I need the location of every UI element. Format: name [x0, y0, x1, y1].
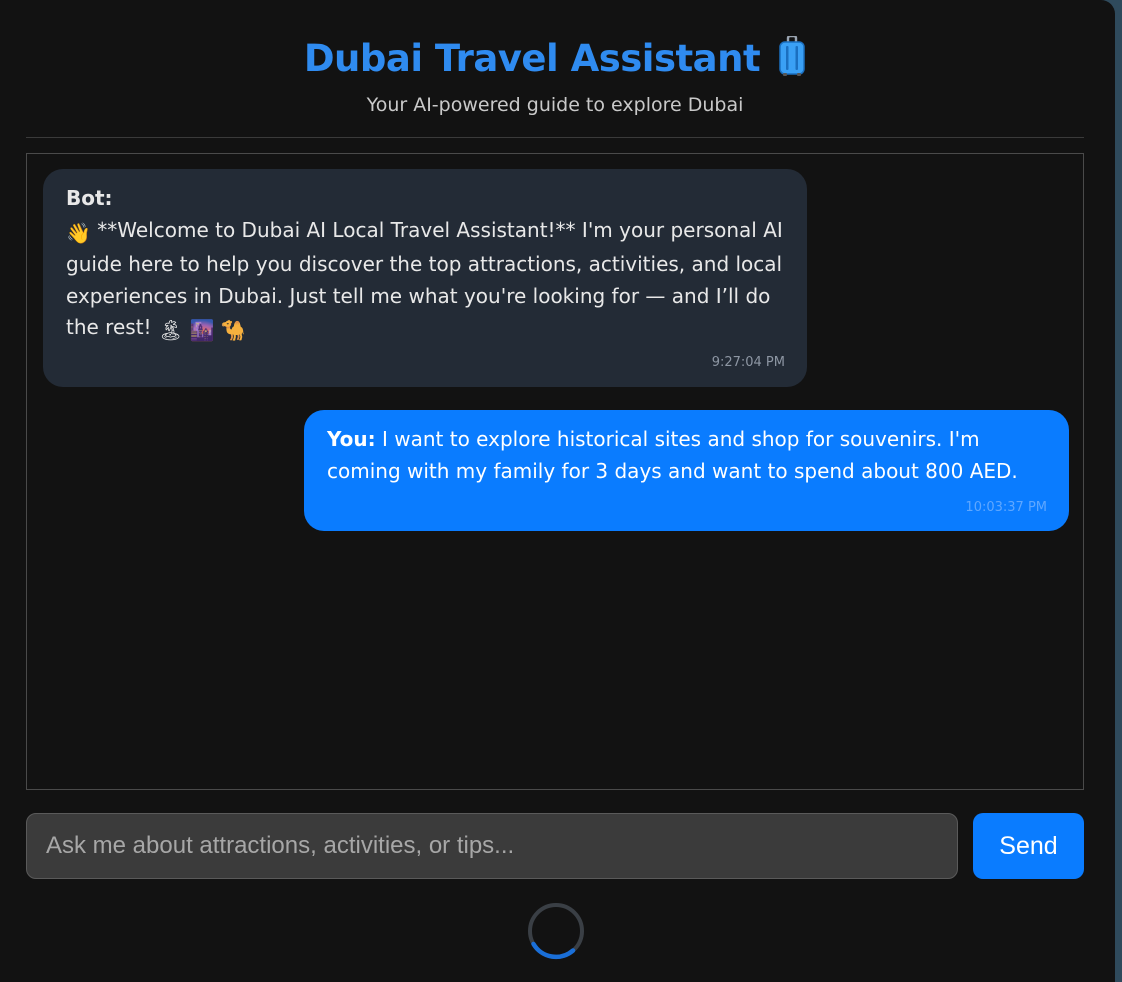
message-input[interactable] — [26, 813, 958, 879]
city-dusk-emoji: 🌆 — [189, 318, 215, 342]
page-title: Dubai Travel Assistant — [303, 36, 761, 80]
bot-message: Bot: 👋 **Welcome to Dubai AI Local Travel… — [43, 169, 807, 387]
user-message-text: I want to explore historical sites and s… — [327, 427, 1018, 483]
user-sender-label: You: — [327, 427, 376, 451]
bot-sender-label: Bot: — [66, 186, 113, 210]
title-row: Dubai Travel Assistant — [26, 30, 1084, 86]
user-message: You: I want to explore historical sites … — [304, 410, 1069, 531]
spinner-icon — [528, 903, 584, 960]
app-container: Dubai Travel Assistant Your AI-powered g… — [0, 0, 1115, 982]
bot-message-time: 9:27:04 PM — [711, 355, 785, 370]
luggage-icon — [779, 36, 805, 76]
waving-hand-emoji: 👋 — [66, 220, 91, 245]
palm-island-emoji: 🏝 — [157, 318, 184, 342]
header: Dubai Travel Assistant Your AI-powered g… — [26, 0, 1084, 138]
user-message-time: 10:03:37 PM — [965, 500, 1047, 515]
send-button[interactable]: Send — [973, 813, 1084, 879]
chat-messages-area[interactable]: Bot: 👋 **Welcome to Dubai AI Local Travel… — [26, 153, 1084, 790]
camel-emoji: 🐪 — [220, 318, 246, 342]
page-subtitle: Your AI-powered guide to explore Dubai — [366, 94, 744, 116]
